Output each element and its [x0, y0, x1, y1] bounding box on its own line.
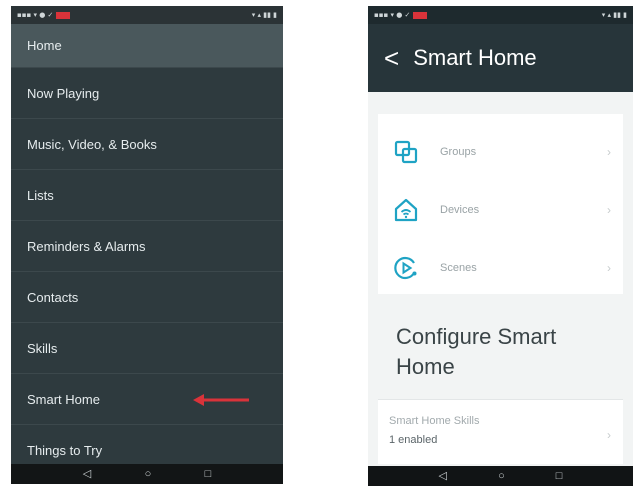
app-header: < Smart Home [368, 24, 633, 92]
chevron-right-icon: › [607, 203, 611, 217]
menu-item-skills[interactable]: Skills [11, 323, 283, 374]
home-nav-icon[interactable]: ○ [145, 468, 152, 480]
status-bar: ▪▪▪ ▾ ● ✓ ▾ ▴ ▮▮ ▮ [368, 6, 633, 24]
left-phone-screen: ▪▪▪ ▾ ● ✓ ▾ ▴ ▮▮ ▮ Home Now Playing Musi… [11, 6, 283, 484]
devices-icon [386, 197, 426, 223]
status-icons-left: ▪▪▪ ▾ ● ✓ [17, 11, 54, 19]
menu-item-label: Home [27, 38, 62, 53]
status-bar: ▪▪▪ ▾ ● ✓ ▾ ▴ ▮▮ ▮ [11, 6, 283, 24]
scenes-icon [386, 255, 426, 281]
status-icons-right: ▾ ▴ ▮▮ ▮ [601, 11, 627, 19]
menu-item-now-playing[interactable]: Now Playing [11, 68, 283, 119]
menu-item-contacts[interactable]: Contacts [11, 272, 283, 323]
android-nav-bar: ◁ ○ □ [11, 464, 283, 484]
page-title: Smart Home [413, 45, 537, 70]
skills-enabled-count: 1 enabled [389, 434, 438, 446]
menu-item-label: Lists [27, 187, 54, 203]
menu-item-smart-home[interactable]: Smart Home [11, 374, 283, 425]
menu-item-label: Now Playing [27, 85, 100, 101]
recent-apps-icon[interactable]: □ [556, 470, 563, 482]
right-phone-screen: ▪▪▪ ▾ ● ✓ ▾ ▴ ▮▮ ▮ < Smart Home Groups › [368, 6, 633, 486]
menu-item-label: Things to Try [27, 442, 103, 458]
menu-item-label: Smart Home [27, 391, 100, 407]
smart-home-skills-item[interactable]: Smart Home Skills 1 enabled › [378, 399, 623, 464]
home-nav-icon[interactable]: ○ [498, 470, 505, 482]
scenes-row[interactable]: Scenes › [378, 248, 623, 288]
smart-home-options-card: Groups › Devices › Scenes › [378, 114, 623, 294]
menu-item-label: Contacts [27, 289, 79, 305]
menu-item-label: Skills [27, 340, 58, 356]
recent-apps-icon[interactable]: □ [205, 468, 212, 480]
configure-smart-home-heading: Configure Smart Home [396, 324, 557, 379]
groups-row[interactable]: Groups › [378, 132, 623, 172]
row-label: Scenes [440, 262, 477, 274]
back-button[interactable]: < [384, 43, 399, 74]
status-icons-right: ▾ ▴ ▮▮ ▮ [251, 11, 277, 19]
menu-item-label: Reminders & Alarms [27, 238, 146, 254]
back-nav-icon[interactable]: ◁ [439, 470, 447, 482]
back-nav-icon[interactable]: ◁ [83, 468, 91, 480]
row-label: Groups [440, 146, 477, 158]
menu-item-music-video-books[interactable]: Music, Video, & Books [11, 119, 283, 170]
red-arrow-icon [193, 394, 249, 406]
chevron-right-icon: › [607, 261, 611, 275]
row-label: Devices [440, 204, 480, 216]
menu-item-home[interactable]: Home [11, 24, 283, 68]
chevron-right-icon: › [607, 145, 611, 159]
menu-item-label: Music, Video, & Books [27, 136, 157, 152]
devices-row[interactable]: Devices › [378, 190, 623, 230]
menu-item-reminders-alarms[interactable]: Reminders & Alarms [11, 221, 283, 272]
menu-item-lists[interactable]: Lists [11, 170, 283, 221]
groups-icon [386, 139, 426, 165]
skills-title: Smart Home Skills [389, 415, 480, 427]
notification-icon [413, 11, 428, 19]
chevron-right-icon: › [607, 428, 611, 442]
status-icons-left: ▪▪▪ ▾ ● ✓ [374, 11, 411, 19]
navigation-menu: Home Now Playing Music, Video, & Books L… [11, 24, 283, 476]
notification-icon [56, 11, 71, 19]
android-nav-bar: ◁ ○ □ [368, 466, 633, 486]
